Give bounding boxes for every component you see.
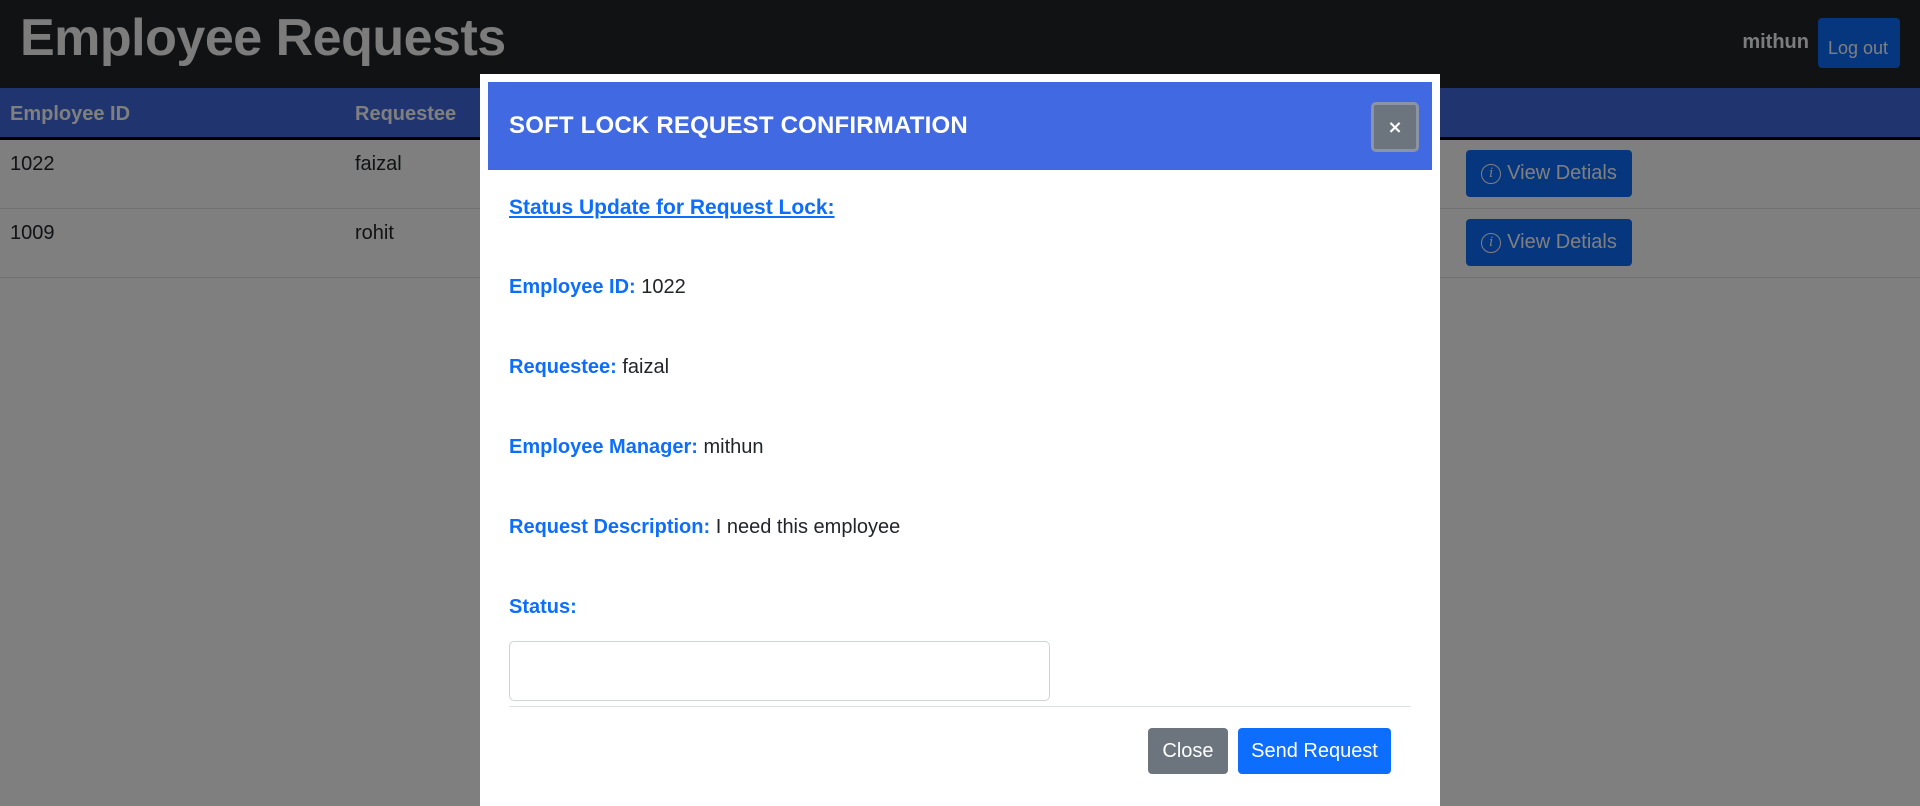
page: Employee Requests mithun Log out Employe… xyxy=(0,0,1920,806)
status-label: Status: xyxy=(509,596,577,618)
request-description-value: I need this employee xyxy=(715,516,901,538)
status-input[interactable] xyxy=(509,641,1050,701)
close-button[interactable]: Close xyxy=(1148,728,1228,774)
request-description-field: Request Description: I need this employe… xyxy=(509,516,900,539)
modal-close-icon-button[interactable]: × xyxy=(1371,102,1419,152)
employee-id-value: 1022 xyxy=(641,276,686,298)
status-update-heading: Status Update for Request Lock: xyxy=(509,196,835,219)
employee-manager-field: Employee Manager: mithun xyxy=(509,436,764,459)
close-icon: × xyxy=(1387,116,1403,138)
modal-header: SOFT LOCK REQUEST CONFIRMATION × xyxy=(488,82,1432,170)
modal-footer-divider xyxy=(509,706,1411,707)
employee-id-field: Employee ID: 1022 xyxy=(509,276,686,299)
send-request-button[interactable]: Send Request xyxy=(1238,728,1391,774)
employee-manager-value: mithun xyxy=(703,436,764,458)
modal-title: SOFT LOCK REQUEST CONFIRMATION xyxy=(509,112,968,139)
requestee-value: faizal xyxy=(622,356,670,378)
requestee-field: Requestee: faizal xyxy=(509,356,669,379)
requestee-label: Requestee: xyxy=(509,356,617,378)
request-description-label: Request Description: xyxy=(509,516,711,538)
employee-id-label: Employee ID: xyxy=(509,276,636,298)
employee-manager-label: Employee Manager: xyxy=(509,436,698,458)
